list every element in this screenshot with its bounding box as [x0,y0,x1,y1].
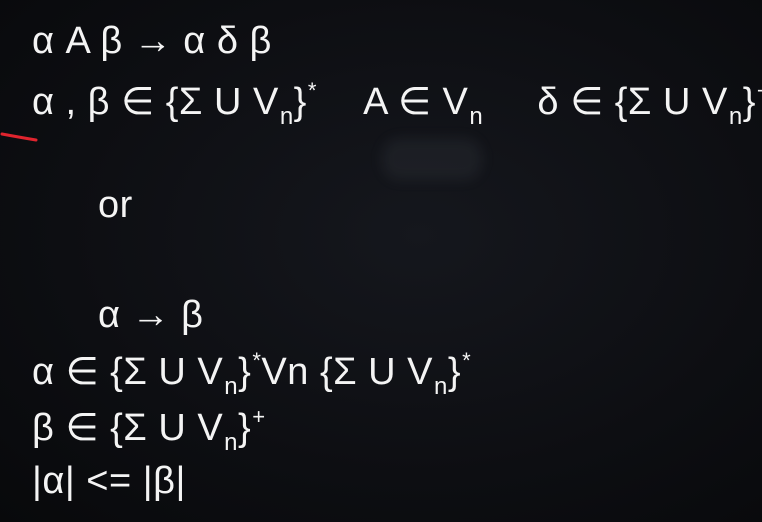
rule-line-6: β ∈ {Σ U Vn}+ [32,404,266,456]
rule-line-7: |α| <= |β| [32,462,186,500]
rule-line-5: α ∈ {Σ U Vn}* Vn {Σ U Vn}* [32,348,472,400]
board: α A β → α δ β α , β ∈ {Σ U Vn}* A ∈ Vn δ… [0,0,762,522]
alpha-beta-membership: α , β ∈ {Σ U Vn}* [32,78,317,130]
rule-line-4: α → β [98,296,203,334]
rule-text-4: α → β [98,294,204,336]
rule-text-1: α A β → α δ β [32,20,272,62]
a-membership: A ∈ Vn [363,81,484,130]
chalk-smudge [382,138,482,180]
rule-line-2: α , β ∈ {Σ U Vn}* A ∈ Vn δ ∈ {Σ U Vn}+ [32,80,762,129]
length-condition: |α| <= |β| [32,460,186,502]
or-label: or [98,184,133,226]
delta-membership: δ ∈ {Σ U Vn}+ [537,80,762,130]
rule-line-1: α A β → α δ β [32,22,272,60]
